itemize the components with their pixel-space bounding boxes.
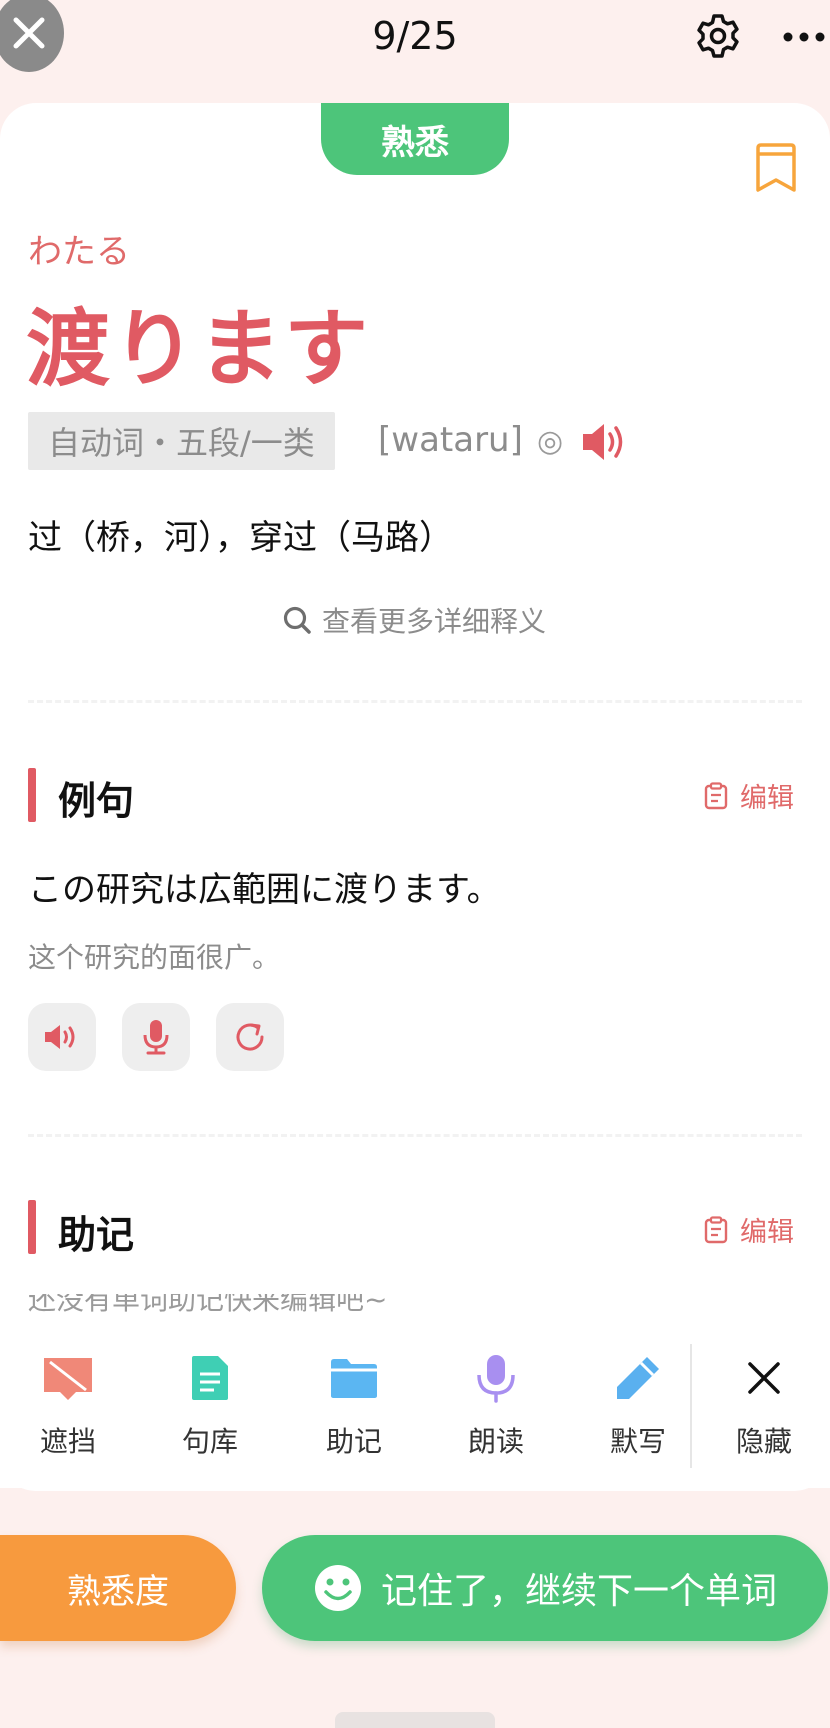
- mnemonic-placeholder: 还没有单词助记快来编辑吧~: [28, 1294, 387, 1318]
- tool-cover[interactable]: 遮挡: [8, 1350, 128, 1460]
- mnemonic-placeholder-text: 还没有单词助记快来编辑吧~: [28, 1294, 388, 1316]
- tool-label: 遮挡: [39, 1425, 96, 1458]
- tool-sentence-library[interactable]: 句库: [150, 1350, 270, 1460]
- tool-dictation[interactable]: 默写: [578, 1350, 698, 1460]
- microphone-icon: [143, 1020, 169, 1055]
- tool-label: 隐藏: [735, 1425, 792, 1458]
- word-headword: 渡ります: [26, 300, 371, 398]
- smiley-icon: [314, 1565, 361, 1611]
- microphone-icon: [477, 1355, 515, 1403]
- tool-mnemonic[interactable]: 助记: [294, 1350, 414, 1460]
- tool-label: 默写: [609, 1425, 666, 1458]
- close-icon: [748, 1362, 780, 1394]
- next-word-button[interactable]: 记住了，继续下一个单词: [262, 1535, 828, 1641]
- word-meaning: 过（桥，河），穿过（马路）: [28, 518, 453, 558]
- replay-example-button[interactable]: [216, 1003, 284, 1071]
- document-icon: [192, 1356, 228, 1400]
- refresh-icon: [236, 1023, 264, 1051]
- part-of-speech-tag: 自动词・五段/一类: [28, 412, 335, 470]
- more-detail-label: 查看更多详细释义: [322, 605, 547, 638]
- pencil-icon: [617, 1357, 659, 1399]
- speaker-icon[interactable]: [580, 420, 630, 464]
- clipboard-icon: [704, 1215, 728, 1243]
- example-sentence-cn: 这个研究的面很广。: [28, 941, 281, 974]
- familiarity-button[interactable]: 熟悉度: [0, 1535, 236, 1641]
- tool-label: 朗读: [467, 1425, 524, 1458]
- section-marker: [28, 768, 36, 822]
- home-indicator: [335, 1712, 495, 1728]
- familiarity-status-tag[interactable]: 熟悉: [321, 103, 509, 175]
- tool-read-aloud[interactable]: 朗读: [436, 1350, 556, 1460]
- divider: [28, 1134, 802, 1137]
- edit-label: 编辑: [740, 1217, 794, 1248]
- more-icon[interactable]: [782, 22, 830, 52]
- tool-label: 句库: [181, 1425, 238, 1458]
- examples-edit-button[interactable]: 编辑: [704, 776, 794, 815]
- examples-title: 例句: [58, 779, 135, 823]
- edit-label: 编辑: [740, 783, 794, 814]
- romaji: [wataru]: [378, 420, 523, 460]
- search-icon: [283, 606, 311, 634]
- mnemonic-edit-button[interactable]: 编辑: [704, 1210, 794, 1249]
- section-marker: [28, 1200, 36, 1254]
- tool-hide[interactable]: 隐藏: [704, 1350, 824, 1460]
- record-example-button[interactable]: [122, 1003, 190, 1071]
- bookmark-icon[interactable]: [752, 142, 800, 194]
- pitch-accent-mark: ◎: [537, 424, 564, 459]
- cover-icon: [44, 1358, 92, 1400]
- folder-icon: [331, 1359, 377, 1398]
- divider: [28, 700, 802, 703]
- mnemonic-title: 助记: [58, 1213, 135, 1257]
- clipboard-icon: [704, 781, 728, 809]
- toolbar-separator: [690, 1344, 692, 1468]
- next-word-label: 记住了，继续下一个单词: [380, 1571, 777, 1612]
- gear-icon[interactable]: [694, 12, 742, 60]
- example-sentence-jp: この研究は広範囲に渡ります。: [28, 870, 501, 910]
- tool-label: 助记: [325, 1425, 382, 1458]
- word-reading: わたる: [28, 232, 130, 272]
- speaker-icon: [45, 1025, 75, 1049]
- play-example-button[interactable]: [28, 1003, 96, 1071]
- more-detail-link[interactable]: 查看更多详细释义: [282, 600, 546, 640]
